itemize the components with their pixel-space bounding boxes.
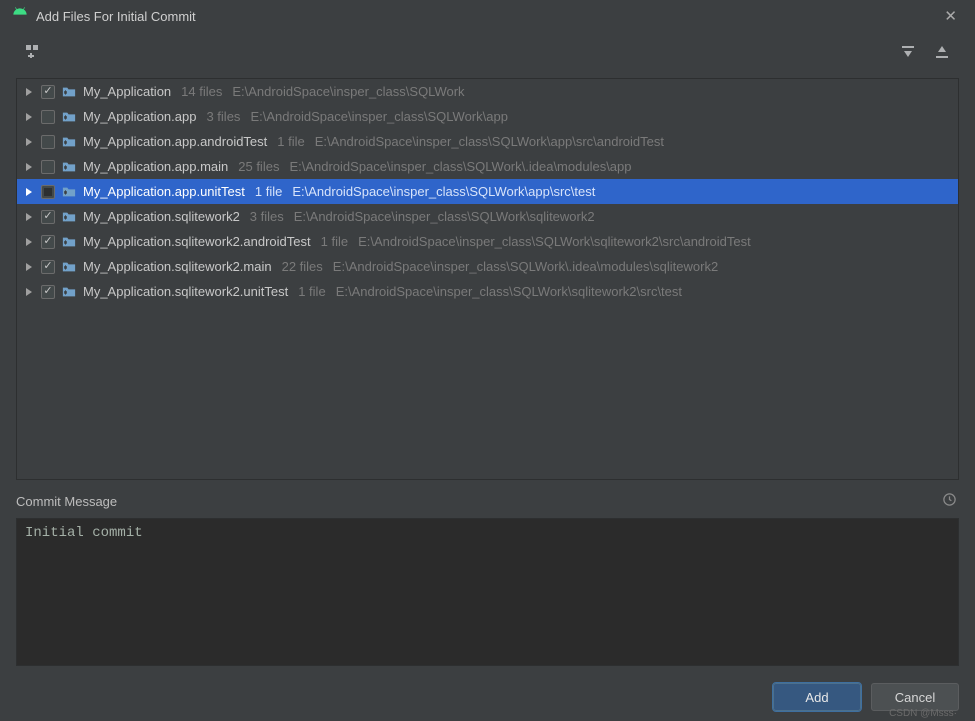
chevron-right-icon[interactable] — [23, 138, 35, 146]
tree-checkbox[interactable] — [41, 210, 55, 224]
tree-item-path: E:\AndroidSpace\insper_class\SQLWork\sql… — [294, 209, 595, 224]
watermark: CSDN @Msss· — [889, 708, 957, 719]
tree-item-path: E:\AndroidSpace\insper_class\SQLWork\.id… — [289, 159, 631, 174]
tree-checkbox[interactable] — [41, 85, 55, 99]
tree-item-name: My_Application.app.main — [83, 159, 228, 174]
tree-checkbox[interactable] — [41, 285, 55, 299]
chevron-right-icon[interactable] — [23, 113, 35, 121]
tree-item-path: E:\AndroidSpace\insper_class\SQLWork\sql… — [358, 234, 751, 249]
module-folder-icon — [61, 109, 77, 125]
tree-checkbox[interactable] — [41, 160, 55, 174]
show-diff-icon[interactable] — [22, 41, 44, 63]
tree-item-path: E:\AndroidSpace\insper_class\SQLWork\.id… — [333, 259, 718, 274]
tree-row[interactable]: My_Application.app.androidTest 1 file E:\A… — [17, 129, 958, 154]
chevron-right-icon[interactable] — [23, 188, 35, 196]
module-folder-icon — [61, 284, 77, 300]
tree-row[interactable]: My_Application.sqlitework2.main 22 files E… — [17, 254, 958, 279]
tree-item-name: My_Application.app — [83, 109, 196, 124]
chevron-right-icon[interactable] — [23, 88, 35, 96]
module-folder-icon — [61, 134, 77, 150]
tree-checkbox[interactable] — [41, 260, 55, 274]
tree-item-filecount: 1 file — [277, 134, 304, 149]
commit-message-input[interactable] — [16, 518, 959, 666]
tree-item-filecount: 25 files — [238, 159, 279, 174]
chevron-right-icon[interactable] — [23, 263, 35, 271]
tree-item-filecount: 1 file — [255, 184, 282, 199]
tree-checkbox[interactable] — [41, 135, 55, 149]
tree-row[interactable]: My_Application.app.main 25 files E:\Androi… — [17, 154, 958, 179]
chevron-right-icon[interactable] — [23, 288, 35, 296]
chevron-right-icon[interactable] — [23, 238, 35, 246]
module-folder-icon — [61, 159, 77, 175]
tree-row[interactable]: My_Application.sqlitework2 3 files E:\Andr… — [17, 204, 958, 229]
tree-item-name: My_Application.app.unitTest — [83, 184, 245, 199]
module-folder-icon — [61, 184, 77, 200]
expand-all-icon[interactable] — [897, 41, 919, 63]
tree-item-name: My_Application.sqlitework2 — [83, 209, 240, 224]
chevron-right-icon[interactable] — [23, 163, 35, 171]
tree-item-name: My_Application.app.androidTest — [83, 134, 267, 149]
commit-message-label: Commit Message — [16, 494, 940, 509]
window-title: Add Files For Initial Commit — [36, 9, 938, 24]
tree-item-path: E:\AndroidSpace\insper_class\SQLWork — [232, 84, 464, 99]
android-icon — [12, 7, 28, 26]
module-folder-icon — [61, 234, 77, 250]
tree-item-filecount: 1 file — [298, 284, 325, 299]
tree-item-path: E:\AndroidSpace\insper_class\SQLWork\app… — [292, 184, 595, 199]
cancel-button[interactable]: Cancel — [871, 683, 959, 711]
tree-item-name: My_Application.sqlitework2.unitTest — [83, 284, 288, 299]
close-icon[interactable]: ✕ — [938, 3, 963, 29]
add-button[interactable]: Add — [773, 683, 861, 711]
tree-row[interactable]: My_Application.app 3 files E:\AndroidSpace… — [17, 104, 958, 129]
tree-checkbox[interactable] — [41, 235, 55, 249]
tree-item-filecount: 1 file — [321, 234, 348, 249]
tree-checkbox[interactable] — [41, 110, 55, 124]
tree-item-filecount: 14 files — [181, 84, 222, 99]
tree-row[interactable]: My_Application 14 files E:\AndroidSpace\in… — [17, 79, 958, 104]
tree-checkbox[interactable] — [41, 185, 55, 199]
file-tree[interactable]: My_Application 14 files E:\AndroidSpace\in… — [16, 78, 959, 480]
tree-item-path: E:\AndroidSpace\insper_class\SQLWork\app… — [315, 134, 664, 149]
tree-row[interactable]: My_Application.sqlitework2.androidTest 1 … — [17, 229, 958, 254]
tree-item-name: My_Application.sqlitework2.main — [83, 259, 272, 274]
tree-row[interactable]: My_Application.app.unitTest 1 file E:\Andr… — [17, 179, 958, 204]
tree-item-filecount: 22 files — [282, 259, 323, 274]
tree-item-name: My_Application — [83, 84, 171, 99]
tree-item-filecount: 3 files — [250, 209, 284, 224]
module-folder-icon — [61, 209, 77, 225]
tree-item-name: My_Application.sqlitework2.androidTest — [83, 234, 311, 249]
collapse-all-icon[interactable] — [931, 41, 953, 63]
module-folder-icon — [61, 84, 77, 100]
module-folder-icon — [61, 259, 77, 275]
chevron-right-icon[interactable] — [23, 213, 35, 221]
history-icon[interactable] — [940, 490, 959, 512]
tree-row[interactable]: My_Application.sqlitework2.unitTest 1 fil… — [17, 279, 958, 304]
tree-item-path: E:\AndroidSpace\insper_class\SQLWork\sql… — [336, 284, 682, 299]
tree-item-path: E:\AndroidSpace\insper_class\SQLWork\app — [250, 109, 508, 124]
tree-item-filecount: 3 files — [206, 109, 240, 124]
